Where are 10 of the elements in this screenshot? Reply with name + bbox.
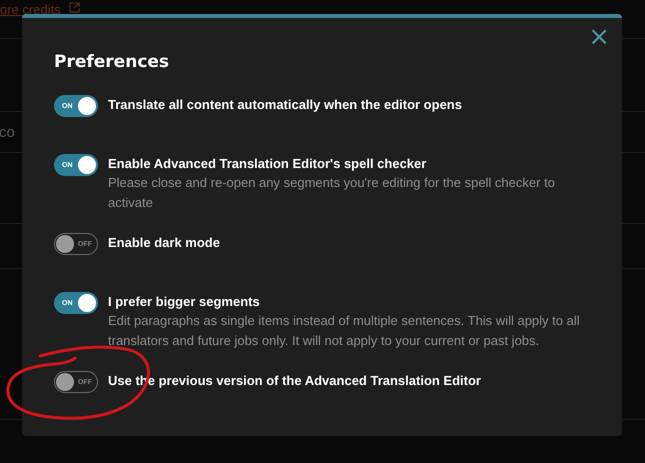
option-description: Please close and re-open any segments you're editing for the spell checker to activate — [108, 174, 556, 212]
option-label: Enable Advanced Translation Editor's spell checker — [108, 155, 428, 173]
option-label: Enable dark mode — [108, 234, 220, 252]
row-text: co — [0, 124, 15, 140]
option-label: I prefer bigger segments — [108, 293, 261, 311]
dialog-title: Preferences — [54, 52, 170, 72]
external-link-icon — [68, 2, 80, 12]
option-description: Edit paragraphs as single items instead of multiple sentences. This will apply to all translators and future jobs only. It will not apply to your current or past jobs. — [108, 312, 581, 350]
close-button[interactable]: × — [584, 24, 614, 50]
option-label: Translate all content automatically when the editor opens — [108, 96, 462, 114]
